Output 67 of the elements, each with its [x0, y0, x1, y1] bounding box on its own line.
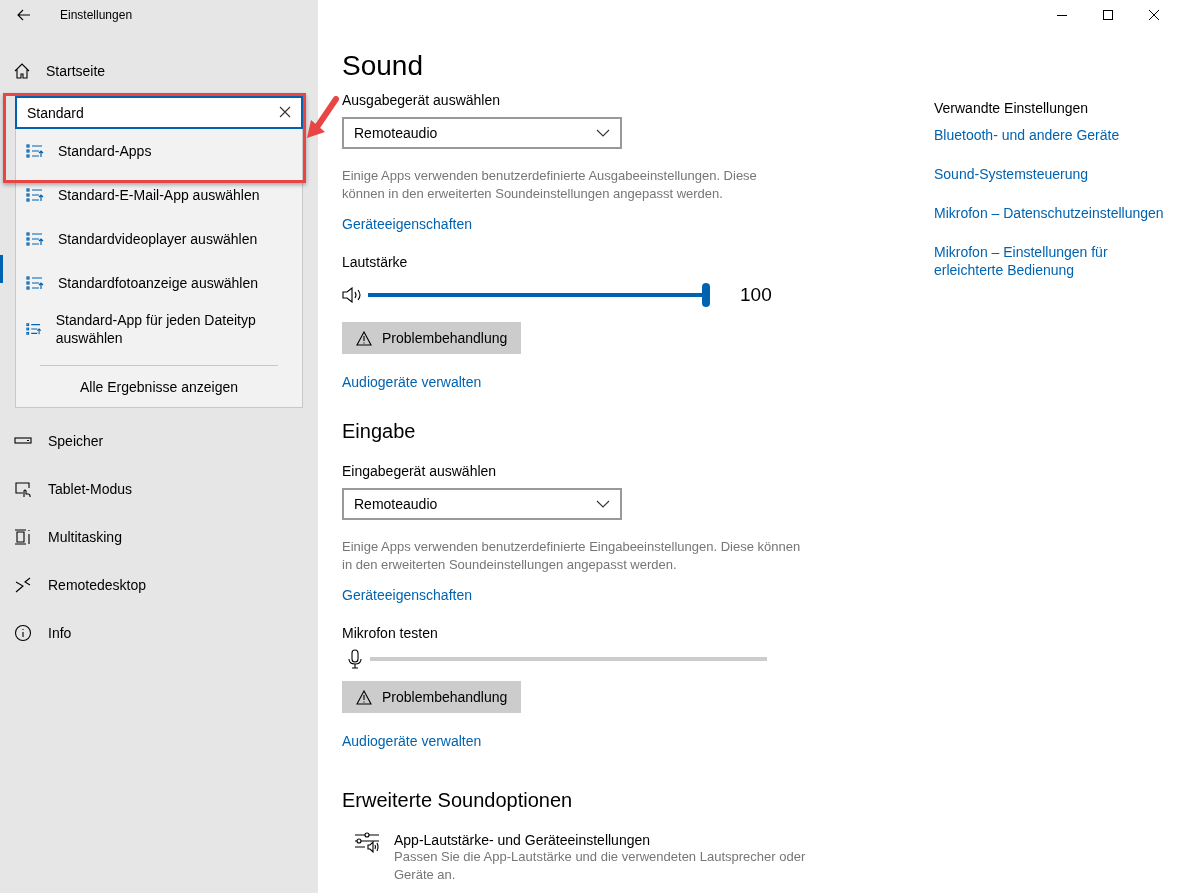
field-label: Lautstärke — [342, 254, 408, 270]
device-properties-link[interactable]: Geräteeigenschaften — [342, 587, 472, 603]
info-text: Einige Apps verwenden benutzerdefinierte Eingabeeinstellungen. Diese können in den erweiterten Soundeinstellungen angepasst werden. — [342, 538, 802, 574]
manage-audio-devices-link[interactable]: Audiogeräte verwalten — [342, 733, 482, 749]
nav-item[interactable]: Remotedesktop — [0, 561, 318, 609]
search-result[interactable]: Standard-App für jeden Dateityp auswählen — [16, 305, 302, 353]
nav-item[interactable]: Speicher — [0, 417, 318, 465]
warning-icon — [356, 689, 372, 705]
remote-icon — [14, 576, 32, 594]
list-icon — [26, 276, 44, 290]
section-heading: Erweiterte Soundoptionen — [342, 789, 573, 812]
chevron-down-icon — [596, 129, 610, 137]
related-link[interactable]: Bluetooth- und andere Geräte — [934, 126, 1170, 144]
volume-value: 100 — [740, 284, 772, 306]
list-icon — [26, 188, 44, 202]
nav-item[interactable]: Info — [0, 609, 318, 657]
device-properties-link[interactable]: Geräteeigenschaften — [342, 216, 472, 232]
close-icon — [279, 105, 291, 118]
output-device-dropdown[interactable]: Remoteaudio — [342, 117, 622, 149]
close-icon — [1149, 10, 1159, 20]
manage-audio-devices-link[interactable]: Audiogeräte verwalten — [342, 374, 482, 390]
list-icon — [26, 232, 44, 246]
search-result[interactable]: Standard-Apps — [16, 129, 302, 173]
field-label: Ausgabegerät auswählen — [342, 92, 500, 108]
home-icon — [14, 63, 30, 79]
clear-button[interactable] — [279, 105, 293, 120]
setting-description: Passen Sie die App-Lautstärke und die verwendeten Lautsprecher oder Geräte an. — [394, 848, 807, 884]
tablet-icon — [14, 480, 32, 498]
nav-item[interactable]: Multitasking — [0, 513, 318, 561]
show-all-results-link[interactable]: Alle Ergebnisse anzeigen — [80, 366, 238, 407]
back-arrow-icon — [17, 9, 31, 21]
related-settings-heading: Verwandte Einstellungen — [934, 100, 1089, 116]
related-link[interactable]: Sound-Systemsteuerung — [934, 165, 1170, 183]
section-heading: Eingabe — [342, 420, 416, 443]
field-label: Mikrofon testen — [342, 625, 438, 641]
info-icon — [14, 624, 32, 642]
home-nav-item[interactable]: Startseite — [0, 56, 318, 86]
field-label: Eingabegerät auswählen — [342, 463, 497, 479]
troubleshoot-button[interactable]: Problembehandlung — [342, 322, 522, 354]
list-icon — [26, 322, 42, 336]
speaker-icon — [342, 287, 364, 303]
search-result[interactable]: Standard-E-Mail-App auswählen — [16, 173, 302, 217]
search-field[interactable]: Standard — [15, 96, 303, 129]
annotation-arrow — [305, 96, 339, 140]
window-title: Einstellungen — [60, 8, 133, 22]
input-device-dropdown[interactable]: Remoteaudio — [342, 488, 622, 520]
related-link[interactable]: Mikrofon – Einstellungen für erleichterte Bedienung — [934, 243, 1170, 279]
search-input[interactable]: Standard — [27, 104, 279, 121]
search-result[interactable]: Standardvideoplayer auswählen — [16, 217, 302, 261]
page-title: Sound — [342, 50, 423, 82]
maximize-icon — [1103, 10, 1113, 20]
related-link[interactable]: Mikrofon – Datenschutzeinstellungen — [934, 204, 1170, 222]
warning-icon — [356, 330, 372, 346]
chevron-down-icon — [596, 500, 610, 508]
nav-item[interactable]: Tablet-Modus — [0, 465, 318, 513]
info-text: Einige Apps verwenden benutzerdefinierte Ausgabeeinstellungen. Diese können in den erweiterten Soundeinstellungen angepasst werden. — [342, 167, 758, 203]
volume-slider-thumb[interactable] — [702, 283, 710, 307]
selection-indicator — [0, 255, 3, 283]
app-volume-settings-item[interactable]: App-Lautstärke- und Geräteeinstellungen Passen Sie die App-Lautstärke und die verwendeten Lautsprecher oder Geräte an. — [354, 832, 814, 884]
search-result[interactable]: Standardfotoanzeige auswählen — [16, 261, 302, 305]
multitasking-icon — [14, 528, 32, 546]
list-icon — [26, 144, 44, 158]
microphone-icon — [348, 649, 362, 669]
sliders-speaker-icon — [354, 832, 380, 854]
setting-title: App-Lautstärke- und Geräteeinstellungen — [394, 832, 652, 848]
troubleshoot-button[interactable]: Problembehandlung — [342, 681, 522, 713]
minimize-icon — [1057, 14, 1067, 16]
